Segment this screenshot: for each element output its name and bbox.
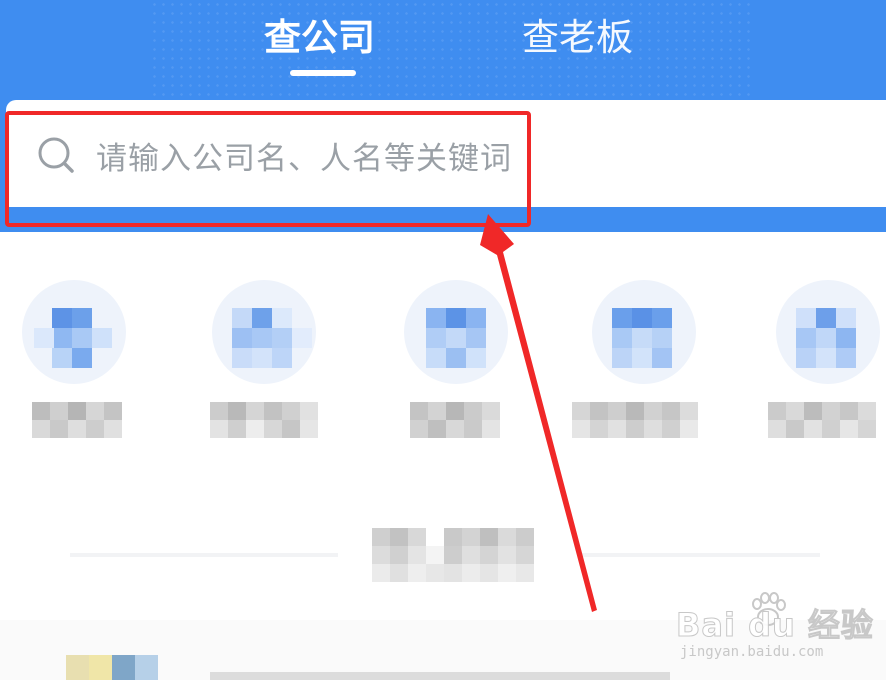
blurred-category-icon	[34, 298, 114, 382]
blurred-card-thumbnail	[66, 655, 158, 680]
category-shortcut-5[interactable]	[768, 280, 886, 460]
tab-boss[interactable]: 查老板	[522, 12, 633, 64]
blurred-category-label	[204, 402, 318, 438]
blurred-card-text	[210, 672, 670, 680]
blurred-category-label	[14, 402, 124, 438]
watermark-brand: Bai du 经验	[676, 606, 874, 645]
section-divider-left	[70, 553, 338, 557]
blurred-category-label	[396, 402, 506, 438]
blurred-category-label	[572, 402, 698, 438]
blurred-category-icon	[224, 298, 312, 382]
category-shortcut-2[interactable]	[204, 280, 324, 460]
active-tab-indicator	[290, 70, 356, 76]
blurred-category-icon	[416, 298, 496, 382]
category-shortcut-3[interactable]	[396, 280, 516, 460]
annotation-highlight-box	[5, 111, 531, 227]
blurred-category-icon	[604, 298, 684, 382]
watermark-url: jingyan.baidu.com	[680, 644, 824, 660]
category-shortcut-1[interactable]	[14, 280, 134, 460]
baidu-jingyan-watermark: Bai du 经验 jingyan.baidu.com	[676, 590, 876, 670]
section-divider-right	[580, 553, 820, 557]
world-map-pattern	[150, 0, 750, 110]
tab-company[interactable]: 查公司	[264, 12, 375, 64]
blurred-category-icon	[788, 298, 868, 382]
category-shortcut-4[interactable]	[572, 280, 704, 460]
blurred-section-title	[372, 528, 536, 582]
blurred-category-label	[768, 402, 878, 438]
